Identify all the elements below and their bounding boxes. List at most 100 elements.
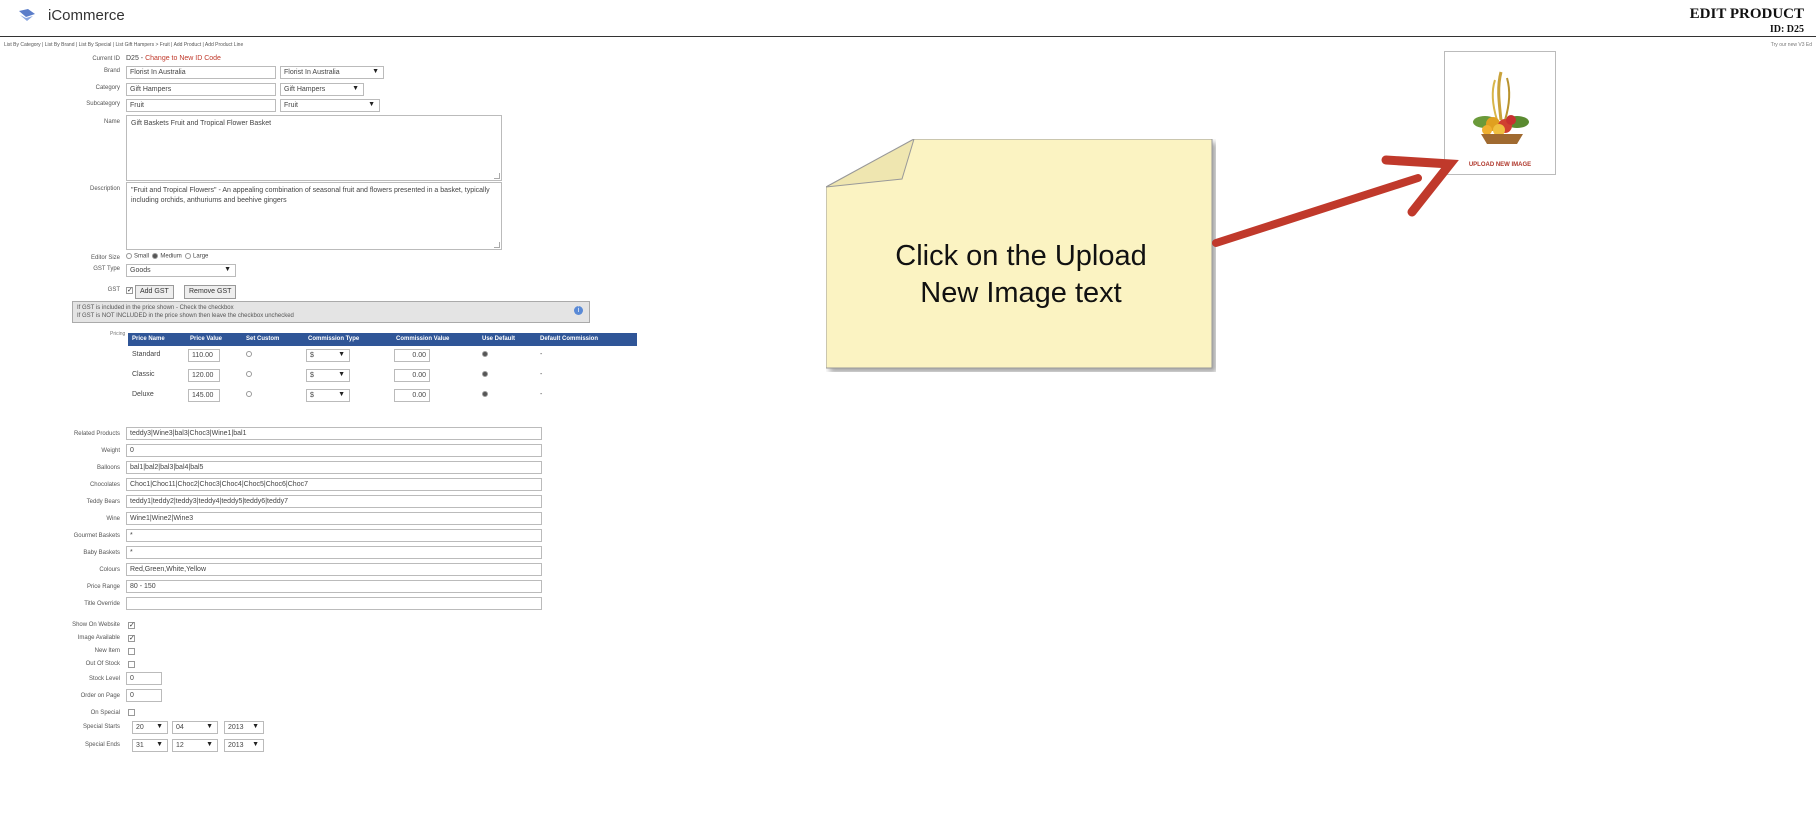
stock-level-input[interactable]: 0 <box>126 672 162 685</box>
chevron-down-icon: ▼ <box>252 723 259 730</box>
upload-new-image-link[interactable]: UPLOAD NEW IMAGE <box>1445 162 1555 168</box>
special-ends-month-select[interactable]: 12 ▼ <box>172 739 218 752</box>
editor-size-large-radio[interactable] <box>185 253 192 259</box>
category-input[interactable]: Gift Hampers <box>126 83 276 96</box>
stock-level-label: Stock Level <box>88 676 120 682</box>
attr-input[interactable]: Red,Green,White,Yellow <box>126 563 542 576</box>
special-ends-label: Special Ends <box>84 742 120 748</box>
gst-type-select[interactable]: Goods ▼ <box>126 264 236 277</box>
price-value-input[interactable]: 145.00 <box>188 389 220 402</box>
new-item-checkbox[interactable] <box>128 648 135 655</box>
attr-input[interactable]: * <box>126 546 542 559</box>
remove-gst-button[interactable]: Remove GST <box>184 285 237 299</box>
special-starts-year-select[interactable]: 2013 ▼ <box>224 721 264 734</box>
editor-size-medium-radio[interactable] <box>152 253 159 259</box>
name-value: Gift Baskets Fruit and Tropical Flower B… <box>131 120 272 127</box>
price-name: Classic <box>132 371 155 378</box>
attr-input[interactable] <box>126 597 542 610</box>
price-value-input[interactable]: 110.00 <box>188 349 220 362</box>
pricing-header-commission-value: Commission Value <box>396 336 450 342</box>
category-select-value: Gift Hampers <box>284 86 326 93</box>
special-starts-month: 04 <box>176 724 184 731</box>
order-input[interactable]: 0 <box>126 689 162 702</box>
set-custom-radio[interactable] <box>246 371 254 378</box>
name-textarea[interactable]: Gift Baskets Fruit and Tropical Flower B… <box>126 115 502 181</box>
commission-value-input[interactable]: 0.00 <box>394 349 430 362</box>
pricing-header-set-custom: Set Custom <box>246 336 280 342</box>
special-starts-day: 20 <box>136 724 144 731</box>
arrow-pointer-icon <box>1212 155 1459 247</box>
use-default-radio[interactable] <box>482 371 490 378</box>
special-ends-year: 2013 <box>228 742 244 749</box>
on-special-label: On Special <box>90 710 120 716</box>
special-ends-day: 31 <box>136 742 144 749</box>
show-on-website-checkbox[interactable]: ✓ <box>128 622 135 629</box>
set-custom-radio[interactable] <box>246 351 254 358</box>
product-image-panel: UPLOAD NEW IMAGE <box>1444 51 1556 175</box>
image-available-checkbox[interactable]: ✓ <box>128 635 135 642</box>
attr-label: Weight <box>101 448 120 454</box>
special-ends-month: 12 <box>176 742 184 749</box>
commission-type-value: $ <box>310 372 314 379</box>
gst-type-value: Goods <box>130 267 151 274</box>
resize-handle[interactable] <box>494 173 500 179</box>
pricing-row: Deluxe 145.00 $ ▼ 0.00 - <box>128 386 637 406</box>
attr-label: Balloons <box>96 465 120 471</box>
attr-input[interactable]: bal1|bal2|bal3|bal4|bal5 <box>126 461 542 474</box>
chevron-down-icon: ▼ <box>368 101 375 108</box>
brand-input[interactable]: Florist In Australia <box>126 66 276 79</box>
category-select[interactable]: Gift Hampers ▼ <box>280 83 364 96</box>
add-gst-button[interactable]: Add GST <box>135 285 174 299</box>
default-commission: - <box>540 351 543 358</box>
commission-type-select[interactable]: $ ▼ <box>306 389 350 402</box>
commission-type-select[interactable]: $ ▼ <box>306 369 350 382</box>
flag-label: Out Of Stock <box>85 661 120 667</box>
editor-size-small-radio[interactable] <box>126 253 132 259</box>
page-id: ID: D25 <box>1769 24 1804 35</box>
chevron-down-icon: ▼ <box>338 351 345 358</box>
brand-label: Brand <box>103 68 120 74</box>
special-ends-year-select[interactable]: 2013 ▼ <box>224 739 264 752</box>
commission-type-select[interactable]: $ ▼ <box>306 349 350 362</box>
attr-input[interactable]: teddy3|Wine3|bal3|Choc3|Wine1|bal1 <box>126 427 542 440</box>
attr-label: Price Range <box>86 584 120 590</box>
use-default-radio[interactable] <box>482 351 490 358</box>
chevron-down-icon: ▼ <box>352 85 359 92</box>
commission-type-value: $ <box>310 392 314 399</box>
version-link[interactable]: Try our new V3 Ed <box>1771 42 1812 48</box>
breadcrumb-nav[interactable]: List By Category | List By Brand | List … <box>4 42 243 48</box>
editor-size-small-label: Small <box>134 253 150 260</box>
price-value-input[interactable]: 120.00 <box>188 369 220 382</box>
attr-input[interactable]: Wine1|Wine2|Wine3 <box>126 512 542 525</box>
attr-input[interactable]: 0 <box>126 444 542 457</box>
attr-label: Baby Baskets <box>83 550 120 556</box>
pricing-header-row: Price Name Price Value Set Custom Commis… <box>128 333 637 346</box>
brand-select[interactable]: Florist In Australia ▼ <box>280 66 384 79</box>
commission-value-input[interactable]: 0.00 <box>394 369 430 382</box>
resize-handle[interactable] <box>494 242 500 248</box>
attr-input[interactable]: 80 - 150 <box>126 580 542 593</box>
description-textarea[interactable]: "Fruit and Tropical Flowers" - An appeal… <box>126 182 502 250</box>
attr-label: Gourmet Baskets <box>73 533 120 539</box>
subcategory-input[interactable]: Fruit <box>126 99 276 112</box>
special-ends-day-select[interactable]: 31 ▼ <box>132 739 168 752</box>
attr-input[interactable]: Choc1|Choc11|Choc2|Choc3|Choc4|Choc5|Cho… <box>126 478 542 491</box>
pricing-header-default-commission: Default Commission <box>540 336 599 342</box>
info-icon[interactable]: i <box>574 306 583 315</box>
special-starts-month-select[interactable]: 04 ▼ <box>172 721 218 734</box>
use-default-radio[interactable] <box>482 391 490 398</box>
special-starts-day-select[interactable]: 20 ▼ <box>132 721 168 734</box>
commission-value-input[interactable]: 0.00 <box>394 389 430 402</box>
attr-label: Teddy Bears <box>86 499 120 505</box>
app-logo-icon <box>19 9 35 21</box>
flower-basket-image <box>1473 71 1529 144</box>
subcategory-label: Subcategory <box>86 101 120 107</box>
attr-input[interactable]: teddy1|teddy2|teddy3|teddy4|teddy5|teddy… <box>126 495 542 508</box>
gst-checkbox[interactable]: ✓ <box>126 287 133 294</box>
attr-input[interactable]: * <box>126 529 542 542</box>
change-id-link[interactable]: Change to New ID Code <box>145 55 221 62</box>
on-special-checkbox[interactable] <box>128 709 135 716</box>
set-custom-radio[interactable] <box>246 391 254 398</box>
subcategory-select[interactable]: Fruit ▼ <box>280 99 380 112</box>
out-of-stock-checkbox[interactable] <box>128 661 135 668</box>
